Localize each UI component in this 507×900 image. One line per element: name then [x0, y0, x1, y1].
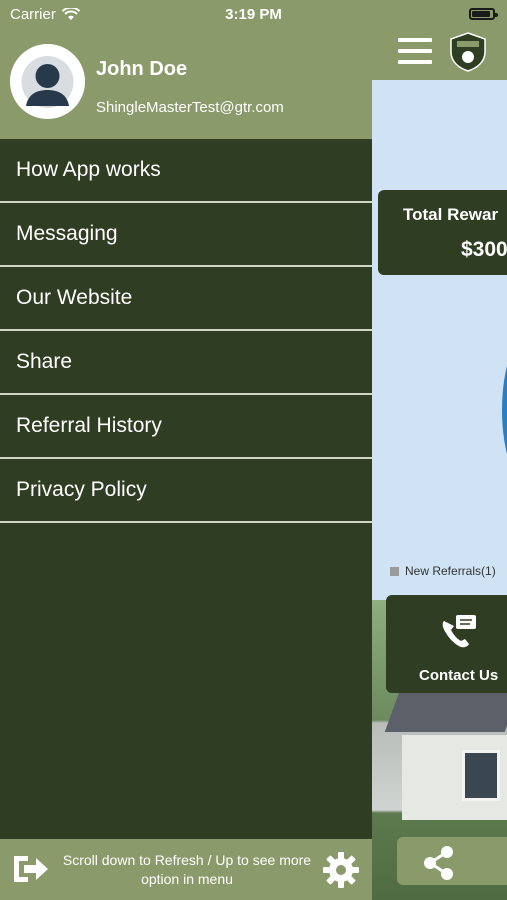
status-bar: Carrier 3:19 PM [0, 0, 507, 28]
wifi-icon [61, 7, 80, 20]
battery-icon [469, 8, 498, 20]
gear-icon[interactable] [322, 851, 360, 889]
menu-item-messaging[interactable]: Messaging [0, 203, 372, 267]
avatar-icon [10, 44, 85, 119]
share-button[interactable] [397, 837, 507, 885]
footer-hint: Scroll down to Refresh / Up to see more … [62, 852, 312, 887]
avatar[interactable] [10, 44, 85, 119]
drawer-footer: Scroll down to Refresh / Up to see more … [0, 839, 372, 900]
menu-item-privacy-policy[interactable]: Privacy Policy [0, 459, 372, 523]
total-rewards-card: Total Rewar $300 [378, 190, 507, 275]
menu-item-our-website[interactable]: Our Website [0, 267, 372, 331]
referral-chart [502, 330, 507, 490]
menu-item-share[interactable]: Share [0, 331, 372, 395]
contact-us-label: Contact Us [419, 667, 499, 684]
shield-logo-icon [492, 100, 507, 162]
side-drawer: John Doe ShingleMasterTest@gtr.com How A… [0, 0, 372, 900]
user-name: John Doe [96, 58, 188, 80]
hamburger-icon[interactable] [398, 38, 432, 66]
user-email: ShingleMasterTest@gtr.com [96, 99, 284, 116]
share-icon [424, 846, 453, 880]
status-time: 3:19 PM [225, 5, 282, 23]
chart-legend: New Referrals(1) [390, 564, 496, 578]
logout-icon[interactable] [12, 853, 50, 885]
background-dashboard: Total Rewar $300 New Referrals(1) Contac… [372, 80, 507, 900]
drawer-menu: How App works Messaging Our Website Shar… [0, 139, 372, 523]
legend-swatch [390, 566, 399, 576]
menu-item-how-app-works[interactable]: How App works [0, 139, 372, 203]
menu-item-referral-history[interactable]: Referral History [0, 395, 372, 459]
legend-label: New Referrals(1) [405, 564, 496, 578]
rewards-value: $300 [461, 238, 507, 261]
rewards-title: Total Rewar [403, 205, 499, 224]
contact-us-button[interactable]: Contact Us [386, 595, 507, 693]
carrier-label: Carrier [10, 5, 56, 23]
phone-chat-icon [438, 613, 478, 651]
logo-icon [449, 32, 487, 72]
